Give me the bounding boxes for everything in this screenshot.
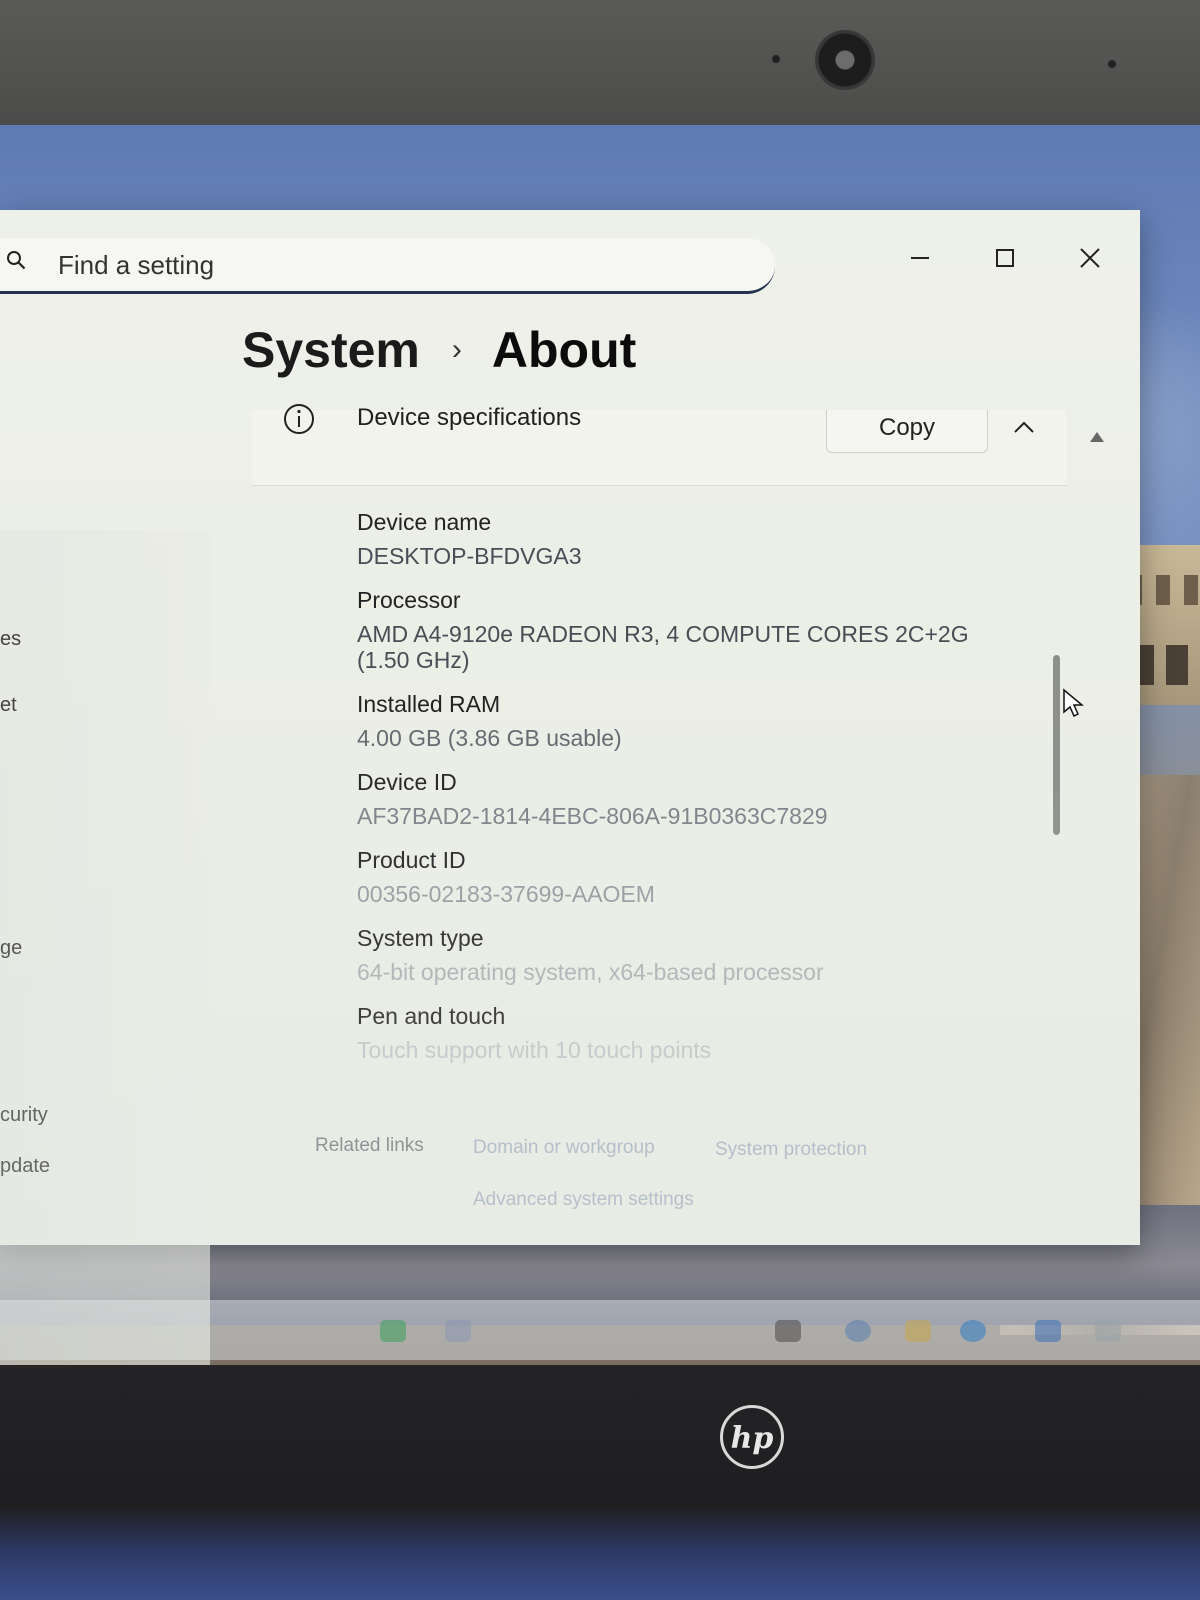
breadcrumb: System › About [242,315,636,385]
minimize-button[interactable] [900,238,940,278]
nav-item-fragment[interactable]: es [0,628,21,651]
info-icon [284,404,314,434]
related-links-label: Related links [315,1135,424,1156]
link-system-protection[interactable]: System protection [715,1139,867,1161]
spec-label: Installed RAM [357,691,501,717]
close-icon [1080,248,1100,268]
nav-item-fragment[interactable]: ge [0,937,22,960]
file-explorer-icon[interactable] [905,1320,931,1342]
close-button[interactable] [1070,238,1110,278]
sensor-dot [772,55,780,63]
spec-list: Device name DESKTOP-BFDVGA3 Processor AM… [357,505,1017,1077]
spec-label: Product ID [357,847,466,873]
laptop-bezel-top [0,0,1200,140]
search-box[interactable] [0,238,775,294]
card-title: Device specifications [357,404,582,431]
nav-item-fragment[interactable]: curity [0,1104,48,1127]
chevron-right-icon: › [451,333,462,366]
task-view-icon[interactable] [775,1320,801,1342]
sensor-dot [1108,60,1116,68]
spec-value: 4.00 GB (3.86 GB usable) [357,725,622,751]
spec-value: 00356-02183-37699-AAOEM [357,881,655,907]
maximize-icon [996,249,1014,267]
spec-value: DESKTOP-BFDVGA3 [357,543,582,569]
spec-label: System type [357,925,484,951]
chevron-up-icon[interactable] [1012,418,1036,436]
browser-icon[interactable] [845,1320,871,1342]
store-icon[interactable] [1035,1320,1061,1342]
start-icon[interactable] [380,1320,406,1342]
edge-icon[interactable] [960,1320,986,1342]
nav-item-fragment[interactable]: pdate [0,1155,50,1178]
spec-label: Device ID [357,769,457,795]
page-title: About [491,322,637,378]
spec-label: Processor [357,587,461,613]
settings-taskbar-icon[interactable] [1095,1320,1121,1342]
mouse-pointer-icon [1063,688,1084,718]
search-icon [7,251,26,270]
link-domain-or-workgroup[interactable]: Domain or workgroup [473,1137,655,1159]
hp-logo: hp [720,1405,784,1469]
search-input[interactable] [56,246,740,284]
spec-value: Touch support with 10 touch points [357,1037,712,1063]
webcam-icon [815,30,875,90]
device-specifications-card: Device specifications Copy Device name D… [252,404,1104,1290]
laptop-bezel-bottom: hp [0,1365,1200,1600]
scrollbar-thumb[interactable] [1053,655,1060,835]
spec-value-continued: (1.50 GHz) [357,647,470,673]
spec-label: Pen and touch [357,1003,506,1029]
maximize-button[interactable] [985,238,1025,278]
nav-item-fragment[interactable]: et [0,694,17,717]
spec-value: 64-bit operating system, x64-based proce… [357,959,824,985]
copy-button[interactable]: Copy [826,410,988,453]
left-nav-pane [0,530,210,1430]
taskbar-search-icon[interactable] [445,1320,471,1342]
settings-window: System › About es et ge curity pdate Dev… [0,210,1140,1430]
card-header[interactable]: Device specifications Copy [252,404,1067,486]
scroll-up-arrow[interactable] [1090,432,1104,442]
link-advanced-system-settings[interactable]: Advanced system settings [473,1189,694,1211]
spec-value: AF37BAD2-1814-4EBC-806A-91B0363C7829 [357,803,828,829]
breadcrumb-parent[interactable]: System [242,321,420,379]
spec-label: Device name [357,509,492,535]
spec-value: AMD A4-9120e RADEON R3, 4 COMPUTE CORES … [357,621,969,647]
minimize-icon [911,257,929,259]
